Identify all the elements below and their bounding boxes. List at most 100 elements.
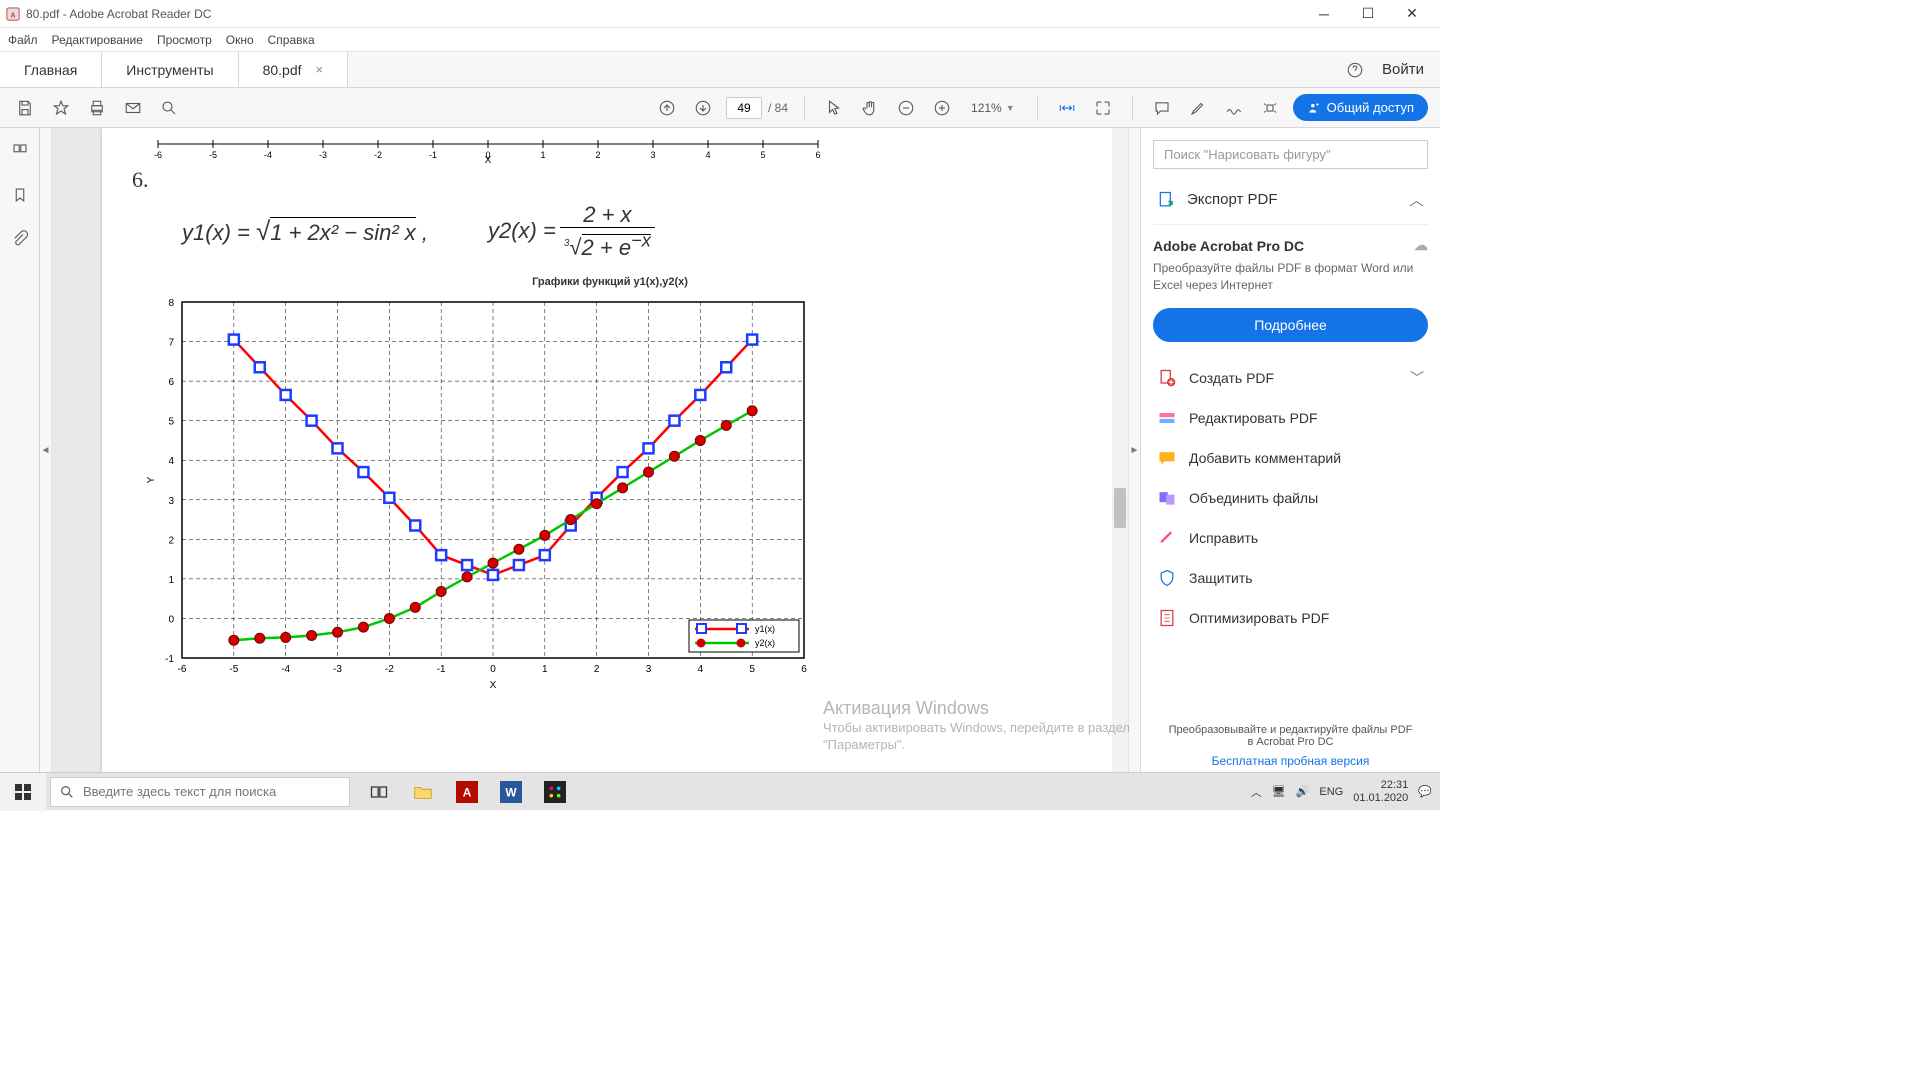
- formula-y2: y2(x) = 2 + x 3√2 + e−x: [488, 203, 651, 260]
- svg-text:0: 0: [168, 614, 174, 625]
- svg-text:-2: -2: [385, 664, 394, 675]
- tool-combine-files[interactable]: Объединить файлы: [1153, 478, 1428, 518]
- svg-text:3: 3: [168, 495, 174, 506]
- learn-more-button[interactable]: Подробнее: [1153, 308, 1428, 342]
- right-panel: Поиск "Нарисовать фигуру" Экспорт PDF ︿ …: [1140, 128, 1440, 772]
- acrobat-taskbar-icon[interactable]: A: [446, 773, 488, 811]
- hand-icon[interactable]: [857, 95, 883, 121]
- system-tray[interactable]: ︿ 🖥 🔊 ENG 22:31 01.01.2020 💬: [1243, 779, 1440, 803]
- left-collapse-handle[interactable]: ◄: [40, 128, 52, 772]
- menu-view[interactable]: Просмотр: [157, 33, 212, 47]
- word-taskbar-icon[interactable]: W: [490, 773, 532, 811]
- tray-language[interactable]: ENG: [1319, 786, 1343, 798]
- product-desc: Преобразуйте файлы PDF в формат Word или…: [1153, 260, 1428, 294]
- fit-page-icon[interactable]: [1090, 95, 1116, 121]
- tab-tools[interactable]: Инструменты: [102, 52, 238, 87]
- tray-notifications-icon[interactable]: 💬: [1418, 785, 1432, 798]
- cursor-icon[interactable]: [821, 95, 847, 121]
- left-sidebar: [0, 128, 40, 772]
- sign-icon[interactable]: [1221, 95, 1247, 121]
- pdf-page: -6-5-4-3-2-10123456 X 6. y1(x) = √1 + 2x…: [102, 128, 1118, 772]
- tool-add-comment[interactable]: Добавить комментарий: [1153, 438, 1428, 478]
- tab-close-icon[interactable]: ×: [316, 62, 324, 77]
- fit-width-icon[interactable]: [1054, 95, 1080, 121]
- start-button[interactable]: [0, 773, 46, 811]
- task-view-icon[interactable]: [358, 773, 400, 811]
- tab-home[interactable]: Главная: [0, 52, 102, 87]
- comment-tool-icon: [1157, 448, 1177, 468]
- free-trial-link[interactable]: Бесплатная пробная версия: [1153, 754, 1428, 768]
- tool-create-pdf[interactable]: Создать PDF﹀: [1153, 358, 1428, 398]
- optimize-icon: [1157, 608, 1177, 628]
- comment-icon[interactable]: [1149, 95, 1175, 121]
- svg-text:-2: -2: [374, 150, 382, 160]
- menu-help[interactable]: Справка: [268, 33, 315, 47]
- tool-redact[interactable]: Исправить: [1153, 518, 1428, 558]
- menu-file[interactable]: Файл: [8, 33, 38, 47]
- chevron-down-icon: ﹀: [1410, 368, 1424, 388]
- explorer-icon[interactable]: [402, 773, 444, 811]
- tab-document[interactable]: 80.pdf×: [239, 52, 349, 87]
- menu-window[interactable]: Окно: [226, 33, 254, 47]
- svg-text:-3: -3: [333, 664, 342, 675]
- app-taskbar-icon[interactable]: [534, 773, 576, 811]
- svg-text:-6: -6: [154, 150, 162, 160]
- save-icon[interactable]: [12, 95, 38, 121]
- zoom-in-icon[interactable]: [929, 95, 955, 121]
- svg-text:-3: -3: [319, 150, 327, 160]
- svg-text:-4: -4: [281, 664, 290, 675]
- bookmark-icon[interactable]: [7, 182, 33, 208]
- edit-pdf-icon: [1157, 408, 1177, 428]
- svg-text:5: 5: [749, 664, 755, 675]
- tool-search-input[interactable]: Поиск "Нарисовать фигуру": [1153, 140, 1428, 169]
- svg-text:1: 1: [540, 150, 545, 160]
- minimize-button[interactable]: ─: [1302, 0, 1346, 28]
- tray-chevron-icon[interactable]: ︿: [1251, 784, 1262, 800]
- tray-date[interactable]: 01.01.2020: [1353, 792, 1408, 804]
- tool-optimize[interactable]: Оптимизировать PDF: [1153, 598, 1428, 638]
- svg-text:-5: -5: [209, 150, 217, 160]
- maximize-button[interactable]: ☐: [1346, 0, 1390, 28]
- create-pdf-icon: [1157, 368, 1177, 388]
- share-button[interactable]: Общий доступ: [1293, 94, 1428, 121]
- svg-text:2: 2: [168, 535, 174, 546]
- help-icon[interactable]: [1342, 57, 1368, 83]
- tray-time[interactable]: 22:31: [1381, 779, 1409, 791]
- vertical-scrollbar[interactable]: [1112, 128, 1128, 772]
- svg-text:8: 8: [168, 298, 174, 309]
- svg-text:3: 3: [650, 150, 655, 160]
- export-pdf-section[interactable]: Экспорт PDF ︿: [1153, 183, 1428, 225]
- attachment-icon[interactable]: [7, 226, 33, 252]
- menu-edit[interactable]: Редактирование: [52, 33, 143, 47]
- mail-icon[interactable]: [120, 95, 146, 121]
- thumbnails-icon[interactable]: [7, 138, 33, 164]
- formulas: y1(x) = √1 + 2x² − sin² x , y2(x) = 2 + …: [182, 203, 1088, 260]
- taskbar-search[interactable]: Введите здесь текст для поиска: [50, 777, 350, 807]
- formula-y1: y1(x) = √1 + 2x² − sin² x ,: [182, 216, 428, 247]
- tray-volume-icon[interactable]: 🔊: [1296, 785, 1310, 798]
- more-tools-icon[interactable]: [1257, 95, 1283, 121]
- star-icon[interactable]: [48, 95, 74, 121]
- tool-protect[interactable]: Защитить: [1153, 558, 1428, 598]
- svg-text:y2(x): y2(x): [755, 638, 775, 648]
- search-icon[interactable]: [156, 95, 182, 121]
- highlight-icon[interactable]: [1185, 95, 1211, 121]
- svg-text:X: X: [490, 680, 497, 691]
- svg-text:6: 6: [801, 664, 807, 675]
- page-number-input[interactable]: [726, 97, 762, 119]
- page-up-icon[interactable]: [654, 95, 680, 121]
- zoom-value[interactable]: 121% ▼: [965, 101, 1021, 115]
- document-area[interactable]: -6-5-4-3-2-10123456 X 6. y1(x) = √1 + 2x…: [52, 128, 1128, 772]
- signin-link[interactable]: Войти: [1382, 61, 1424, 78]
- page-down-icon[interactable]: [690, 95, 716, 121]
- window-title: 80.pdf - Adobe Acrobat Reader DC: [26, 7, 211, 21]
- tray-monitor-icon[interactable]: 🖥: [1272, 785, 1286, 798]
- tool-edit-pdf[interactable]: Редактировать PDF: [1153, 398, 1428, 438]
- print-icon[interactable]: [84, 95, 110, 121]
- shield-icon: [1157, 568, 1177, 588]
- close-button[interactable]: ✕: [1390, 0, 1434, 28]
- svg-text:Y: Y: [146, 476, 157, 483]
- problem-number: 6.: [132, 167, 1088, 193]
- zoom-out-icon[interactable]: [893, 95, 919, 121]
- right-collapse-handle[interactable]: ►: [1128, 128, 1140, 772]
